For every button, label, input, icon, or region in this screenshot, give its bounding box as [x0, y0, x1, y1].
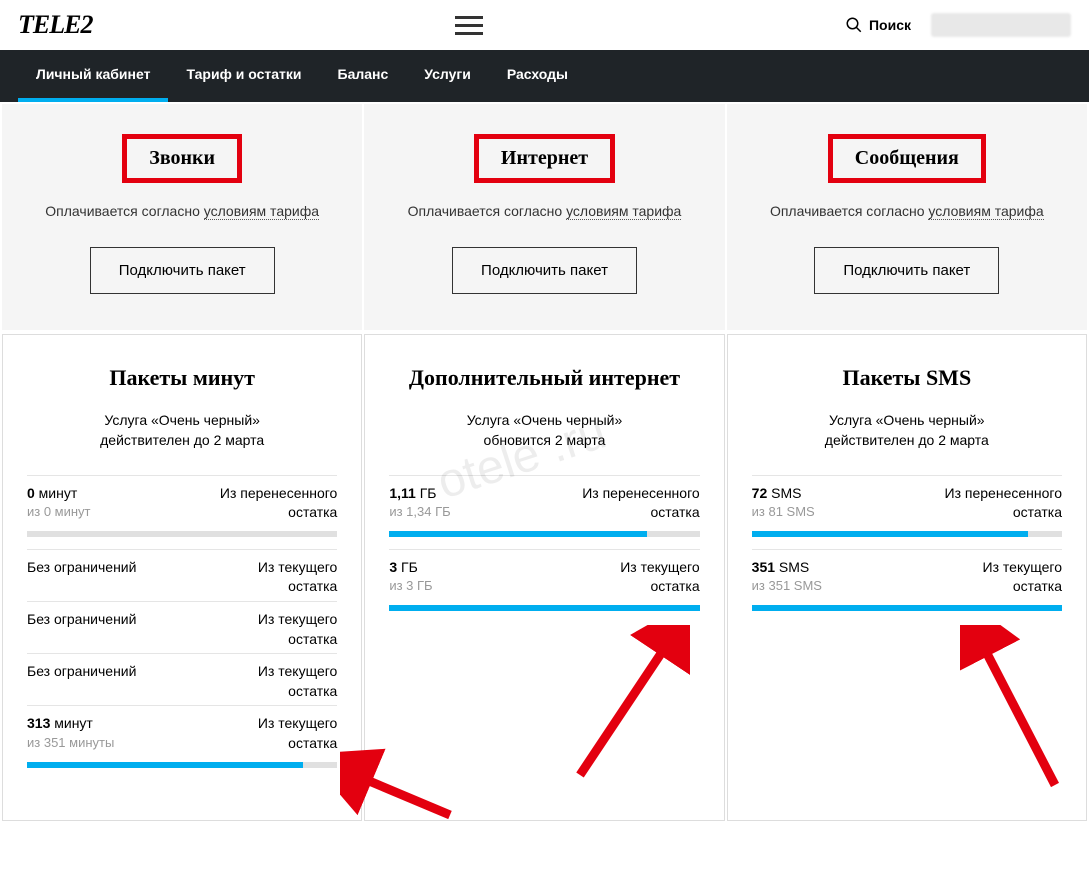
hamburger-menu-icon[interactable] — [455, 16, 483, 35]
search-label: Поиск — [869, 17, 911, 33]
row-value-of: из 351 SMS — [752, 577, 822, 595]
row-value: 313 минут — [27, 714, 114, 734]
nav-tariff[interactable]: Тариф и остатки — [168, 50, 319, 102]
usage-row: Без ограничений Из текущегоостатка — [27, 601, 337, 653]
card-messages: Сообщения Оплачивается согласно условиям … — [727, 104, 1087, 330]
progress-bar — [389, 531, 699, 537]
connect-package-button[interactable]: Подключить пакет — [452, 247, 637, 294]
usage-row: 1,11 ГБиз 1,34 ГБ Из перенесенногоостатка — [389, 475, 699, 527]
row-source: Из перенесенногоостатка — [582, 484, 699, 523]
row-value-of: из 0 минут — [27, 503, 91, 521]
card-title: Сообщения — [855, 147, 959, 170]
package-card: Дополнительный интернет Услуга «Очень чер… — [364, 334, 724, 821]
card-subtitle: Оплачивается согласно условиям тарифа — [22, 203, 342, 219]
row-value-of: из 1,34 ГБ — [389, 503, 450, 521]
package-service-info: Услуга «Очень черный»действителен до 2 м… — [752, 411, 1062, 450]
usage-row: 351 SMSиз 351 SMS Из текущегоостатка — [752, 549, 1062, 601]
card-subtitle: Оплачивается согласно условиям тарифа — [747, 203, 1067, 219]
row-value-of: из 81 SMS — [752, 503, 815, 521]
row-value: 72 SMS — [752, 484, 815, 504]
row-value: 1,11 ГБ — [389, 484, 450, 504]
nav-expenses[interactable]: Расходы — [489, 50, 586, 102]
row-value: 3 ГБ — [389, 558, 432, 578]
usage-row: 72 SMSиз 81 SMS Из перенесенногоостатка — [752, 475, 1062, 527]
main-nav: Личный кабинет Тариф и остатки Баланс Ус… — [0, 50, 1089, 102]
row-source: Из текущегоостатка — [258, 662, 337, 701]
row-value: 0 минут — [27, 484, 91, 504]
progress-bar — [752, 531, 1062, 537]
usage-row: 3 ГБиз 3 ГБ Из текущегоостатка — [389, 549, 699, 601]
search-link[interactable]: Поиск — [845, 16, 911, 34]
card-internet: Интернет Оплачивается согласно условиям т… — [364, 104, 724, 330]
package-title: Дополнительный интернет — [389, 365, 699, 391]
nav-services[interactable]: Услуги — [406, 50, 489, 102]
tariff-conditions-link[interactable]: условиям тарифа — [566, 203, 681, 220]
row-value: Без ограничений — [27, 558, 136, 578]
row-source: Из текущегоостатка — [258, 610, 337, 649]
progress-bar — [27, 762, 337, 768]
package-title: Пакеты минут — [27, 365, 337, 391]
row-source: Из текущегоостатка — [620, 558, 699, 597]
package-service-info: Услуга «Очень черный»действителен до 2 м… — [27, 411, 337, 450]
row-value-of: из 3 ГБ — [389, 577, 432, 595]
progress-bar — [752, 605, 1062, 611]
usage-row: 0 минутиз 0 минут Из перенесенногоостатка — [27, 475, 337, 527]
nav-balance[interactable]: Баланс — [320, 50, 407, 102]
card-title: Интернет — [501, 147, 588, 170]
package-service-info: Услуга «Очень черный»обновится 2 марта — [389, 411, 699, 450]
progress-bar — [27, 531, 337, 537]
package-card: Пакеты SMS Услуга «Очень черный»действите… — [727, 334, 1087, 821]
connect-package-button[interactable]: Подключить пакет — [90, 247, 275, 294]
row-source: Из перенесенногоостатка — [945, 484, 1062, 523]
usage-row: Без ограничений Из текущегоостатка — [27, 653, 337, 705]
usage-row: Без ограничений Из текущегоостатка — [27, 549, 337, 601]
connect-package-button[interactable]: Подключить пакет — [814, 247, 999, 294]
card-title: Звонки — [149, 147, 215, 170]
card-title-box: Сообщения — [828, 134, 986, 183]
package-card: Пакеты минут Услуга «Очень черный»действи… — [2, 334, 362, 821]
card-title-box: Звонки — [122, 134, 242, 183]
row-value: Без ограничений — [27, 610, 136, 630]
nav-personal-account[interactable]: Личный кабинет — [18, 50, 168, 102]
card-title-box: Интернет — [474, 134, 615, 183]
package-title: Пакеты SMS — [752, 365, 1062, 391]
search-icon — [845, 16, 863, 34]
row-source: Из текущегоостатка — [258, 714, 337, 753]
row-value: Без ограничений — [27, 662, 136, 682]
row-source: Из перенесенногоостатка — [220, 484, 337, 523]
phone-number-blurred — [931, 13, 1071, 37]
card-calls: Звонки Оплачивается согласно условиям тар… — [2, 104, 362, 330]
row-source: Из текущегоостатка — [983, 558, 1062, 597]
logo[interactable]: TELE2 — [18, 10, 92, 40]
usage-row: 313 минутиз 351 минуты Из текущегоостатка — [27, 705, 337, 757]
tariff-conditions-link[interactable]: условиям тарифа — [204, 203, 319, 220]
row-value-of: из 351 минуты — [27, 734, 114, 752]
tariff-conditions-link[interactable]: условиям тарифа — [928, 203, 1043, 220]
card-subtitle: Оплачивается согласно условиям тарифа — [384, 203, 704, 219]
progress-bar — [389, 605, 699, 611]
row-source: Из текущегоостатка — [258, 558, 337, 597]
row-value: 351 SMS — [752, 558, 822, 578]
